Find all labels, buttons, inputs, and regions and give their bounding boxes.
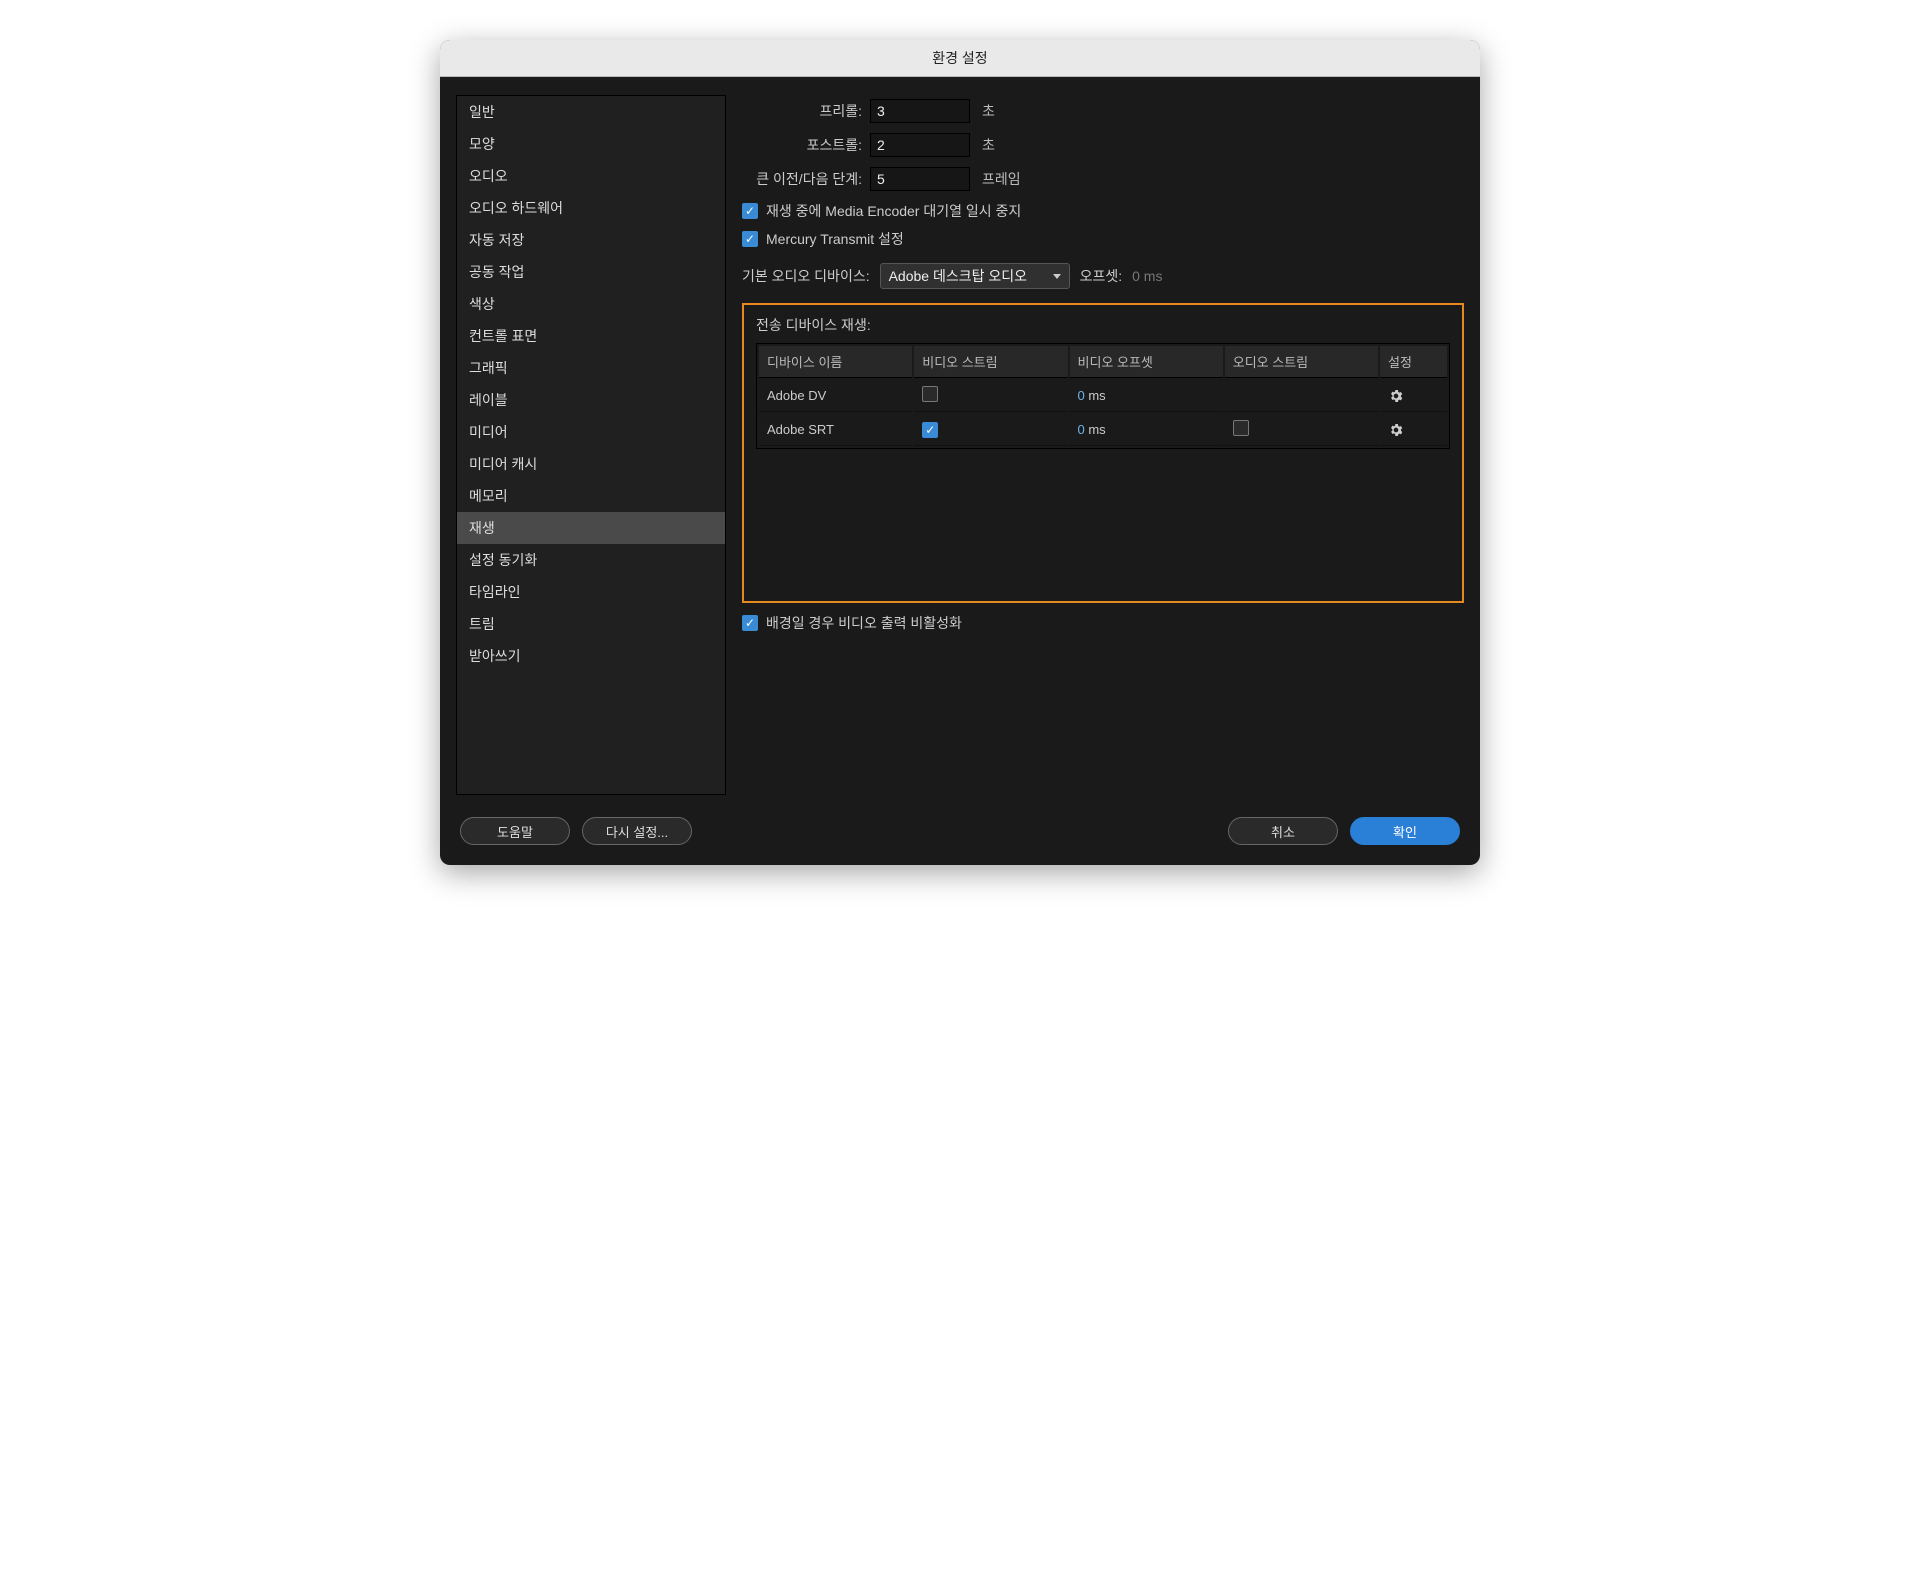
video-offset-cell[interactable]: 0 ms — [1070, 380, 1223, 412]
ok-button[interactable]: 확인 — [1350, 817, 1460, 845]
sidebar-item[interactable]: 미디어 캐시 — [457, 448, 725, 480]
reset-button[interactable]: 다시 설정... — [582, 817, 692, 845]
offset-value: 0 ms — [1132, 268, 1162, 284]
settings-cell — [1380, 414, 1447, 446]
preroll-row: 프리롤: 초 — [742, 99, 1464, 123]
sidebar-item[interactable]: 재생 — [457, 512, 725, 544]
default-audio-label: 기본 오디오 디바이스: — [742, 266, 870, 286]
sidebar-item[interactable]: 일반 — [457, 96, 725, 128]
postroll-label: 포스트롤: — [742, 135, 862, 155]
table-header: 오디오 스트림 — [1225, 346, 1378, 378]
pause-encoder-row: 재생 중에 Media Encoder 대기열 일시 중지 — [742, 201, 1464, 221]
cancel-button[interactable]: 취소 — [1228, 817, 1338, 845]
help-button[interactable]: 도움말 — [460, 817, 570, 845]
table-row: Adobe DV 0 ms — [759, 380, 1447, 412]
disable-bg-label: 배경일 경우 비디오 출력 비활성화 — [766, 613, 962, 633]
disable-bg-checkbox[interactable] — [742, 615, 758, 631]
sidebar-item[interactable]: 트림 — [457, 608, 725, 640]
sidebar-item[interactable]: 모양 — [457, 128, 725, 160]
transmit-device-title: 전송 디바이스 재생: — [756, 315, 1450, 335]
offset-label: 오프셋: — [1080, 266, 1123, 286]
category-sidebar: 일반모양오디오오디오 하드웨어자동 저장공동 작업색상컨트롤 표면그래픽레이블미… — [456, 95, 726, 795]
video-stream-cell — [914, 380, 1067, 412]
step-unit: 프레임 — [982, 169, 1021, 189]
table-header: 설정 — [1380, 346, 1447, 378]
video-stream-checkbox[interactable] — [922, 422, 938, 438]
preroll-unit: 초 — [982, 101, 995, 121]
sidebar-item[interactable]: 설정 동기화 — [457, 544, 725, 576]
device-name-cell: Adobe DV — [759, 380, 912, 412]
postroll-input[interactable] — [870, 133, 970, 157]
audio-stream-cell — [1225, 380, 1378, 412]
default-audio-dropdown[interactable]: Adobe 데스크탑 오디오 — [880, 263, 1070, 289]
table-header: 디바이스 이름 — [759, 346, 912, 378]
table-row: Adobe SRT 0 ms — [759, 414, 1447, 446]
video-stream-checkbox[interactable] — [922, 386, 938, 402]
sidebar-item[interactable]: 공동 작업 — [457, 256, 725, 288]
sidebar-item[interactable]: 메모리 — [457, 480, 725, 512]
transmit-device-section: 전송 디바이스 재생: 디바이스 이름비디오 스트림비디오 오프셋오디오 스트림… — [742, 303, 1464, 603]
disable-bg-row: 배경일 경우 비디오 출력 비활성화 — [742, 613, 1464, 633]
content-pane: 프리롤: 초 포스트롤: 초 큰 이전/다음 단계: 프레임 재생 중에 Med… — [742, 95, 1464, 795]
step-input[interactable] — [870, 167, 970, 191]
video-offset-cell[interactable]: 0 ms — [1070, 414, 1223, 446]
gear-icon[interactable] — [1388, 388, 1439, 404]
chevron-down-icon — [1053, 274, 1061, 279]
sidebar-item[interactable]: 자동 저장 — [457, 224, 725, 256]
table-header: 비디오 스트림 — [914, 346, 1067, 378]
preroll-input[interactable] — [870, 99, 970, 123]
pause-encoder-checkbox[interactable] — [742, 203, 758, 219]
sidebar-item[interactable]: 미디어 — [457, 416, 725, 448]
audio-stream-cell — [1225, 414, 1378, 446]
sidebar-item[interactable]: 오디오 하드웨어 — [457, 192, 725, 224]
preferences-window: 환경 설정 일반모양오디오오디오 하드웨어자동 저장공동 작업색상컨트롤 표면그… — [440, 40, 1480, 865]
table-header: 비디오 오프셋 — [1070, 346, 1223, 378]
default-audio-value: Adobe 데스크탑 오디오 — [889, 266, 1027, 286]
default-audio-row: 기본 오디오 디바이스: Adobe 데스크탑 오디오 오프셋: 0 ms — [742, 263, 1464, 289]
mercury-checkbox[interactable] — [742, 231, 758, 247]
step-row: 큰 이전/다음 단계: 프레임 — [742, 167, 1464, 191]
sidebar-item[interactable]: 색상 — [457, 288, 725, 320]
settings-cell — [1380, 380, 1447, 412]
sidebar-item[interactable]: 그래픽 — [457, 352, 725, 384]
gear-icon[interactable] — [1388, 422, 1439, 438]
step-label: 큰 이전/다음 단계: — [742, 169, 862, 189]
video-stream-cell — [914, 414, 1067, 446]
window-body: 일반모양오디오오디오 하드웨어자동 저장공동 작업색상컨트롤 표면그래픽레이블미… — [440, 77, 1480, 805]
postroll-unit: 초 — [982, 135, 995, 155]
window-title: 환경 설정 — [440, 40, 1480, 77]
dialog-footer: 도움말 다시 설정... 취소 확인 — [440, 805, 1480, 865]
audio-stream-checkbox[interactable] — [1233, 420, 1249, 436]
sidebar-item[interactable]: 오디오 — [457, 160, 725, 192]
pause-encoder-label: 재생 중에 Media Encoder 대기열 일시 중지 — [766, 201, 1021, 221]
sidebar-item[interactable]: 레이블 — [457, 384, 725, 416]
sidebar-item[interactable]: 컨트롤 표면 — [457, 320, 725, 352]
mercury-row: Mercury Transmit 설정 — [742, 229, 1464, 249]
device-name-cell: Adobe SRT — [759, 414, 912, 446]
transmit-device-table: 디바이스 이름비디오 스트림비디오 오프셋오디오 스트림설정 Adobe DV 0… — [756, 343, 1450, 449]
sidebar-item[interactable]: 타임라인 — [457, 576, 725, 608]
preroll-label: 프리롤: — [742, 101, 862, 121]
mercury-label: Mercury Transmit 설정 — [766, 229, 904, 249]
postroll-row: 포스트롤: 초 — [742, 133, 1464, 157]
sidebar-item[interactable]: 받아쓰기 — [457, 640, 725, 672]
